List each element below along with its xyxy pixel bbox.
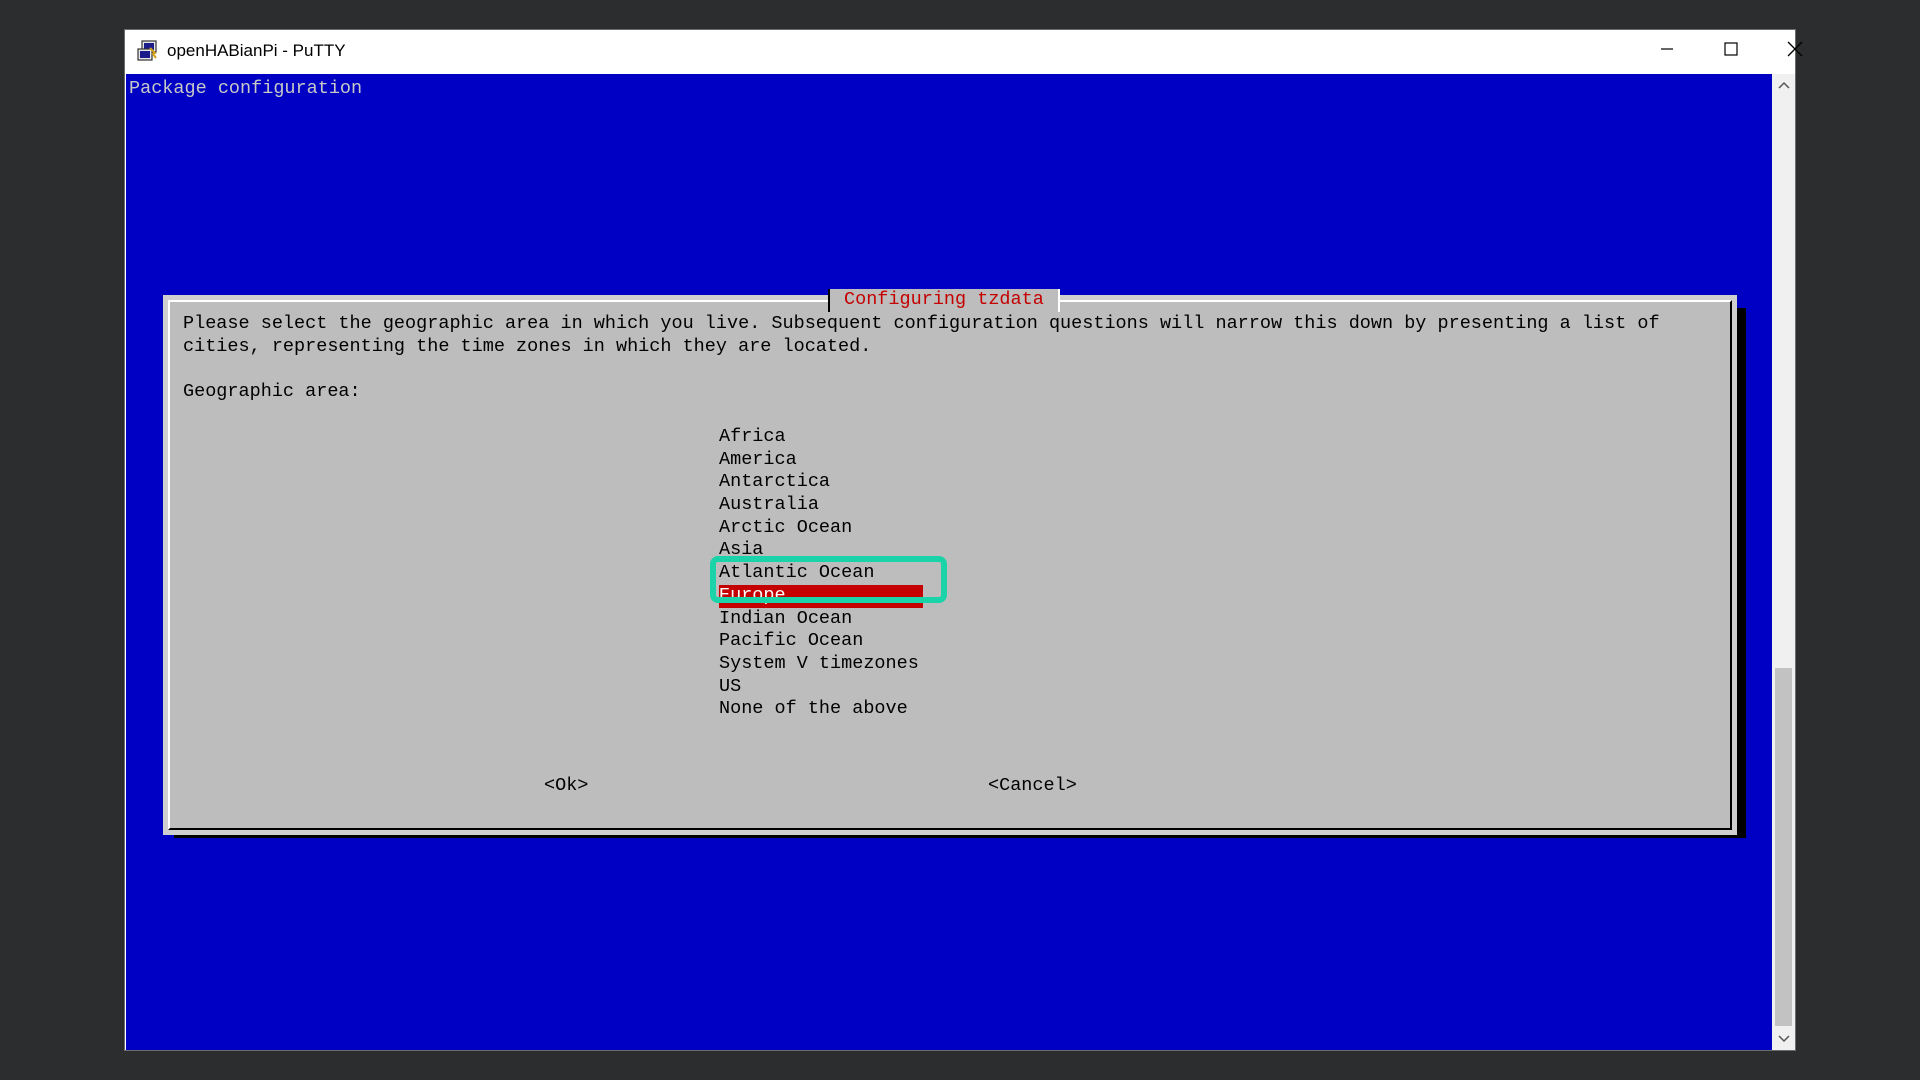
area-option-africa[interactable]: Africa <box>719 426 923 449</box>
close-icon <box>1787 41 1803 62</box>
close-button[interactable] <box>1763 30 1827 73</box>
description-line-2: cities, representing the time zones in w… <box>183 335 872 357</box>
window-title: openHABianPi - PuTTY <box>167 41 346 60</box>
cancel-button[interactable]: <Cancel> <box>988 775 1077 798</box>
area-option-indian-ocean[interactable]: Indian Ocean <box>719 608 923 631</box>
minimize-button[interactable] <box>1635 30 1699 73</box>
ok-button[interactable]: <Ok> <box>544 775 588 798</box>
maximize-icon <box>1724 42 1738 61</box>
area-option-america[interactable]: America <box>719 449 923 472</box>
description-line-1: Please select the geographic area in whi… <box>183 313 1660 334</box>
area-option-antarctica[interactable]: Antarctica <box>719 471 923 494</box>
dialog-title: Configuring tzdata <box>828 289 1060 312</box>
putty-window: openHABianPi - PuTTY Package configurati… <box>124 29 1803 1051</box>
area-option-system-v-timezones[interactable]: System V timezones <box>719 653 923 676</box>
area-option-pacific-ocean[interactable]: Pacific Ocean <box>719 630 923 653</box>
vertical-scrollbar[interactable] <box>1772 74 1795 1050</box>
area-option-europe[interactable]: Europe <box>719 584 923 608</box>
area-option-arctic-ocean[interactable]: Arctic Ocean <box>719 517 923 540</box>
title-bar[interactable]: openHABianPi - PuTTY <box>125 30 1803 73</box>
geographic-area-label: Geographic area: <box>183 381 361 402</box>
scroll-up-button[interactable] <box>1772 74 1795 96</box>
minimize-icon <box>1660 42 1674 61</box>
tzdata-dialog: Configuring tzdata Please select the geo… <box>163 289 1737 835</box>
chevron-down-icon <box>1777 1030 1790 1048</box>
chevron-up-icon <box>1777 76 1790 94</box>
area-option-atlantic-ocean[interactable]: Atlantic Ocean <box>719 562 923 585</box>
geographic-area-list[interactable]: Africa America Antarctica Australia Arct… <box>719 426 923 721</box>
area-option-australia[interactable]: Australia <box>719 494 923 517</box>
area-option-none-of-the-above[interactable]: None of the above <box>719 698 923 721</box>
package-configuration-header: Package configuration <box>129 78 363 99</box>
terminal-area[interactable]: Package configuration Configuring tzdata… <box>126 74 1772 1050</box>
scroll-down-button[interactable] <box>1772 1028 1795 1050</box>
dialog-frame <box>168 300 1732 830</box>
putty-icon[interactable] <box>136 39 160 63</box>
dialog-description: Please select the geographic area in whi… <box>183 313 1660 358</box>
maximize-button[interactable] <box>1699 30 1763 73</box>
area-option-asia[interactable]: Asia <box>719 539 923 562</box>
area-option-us[interactable]: US <box>719 676 923 699</box>
scroll-thumb[interactable] <box>1775 668 1792 1026</box>
